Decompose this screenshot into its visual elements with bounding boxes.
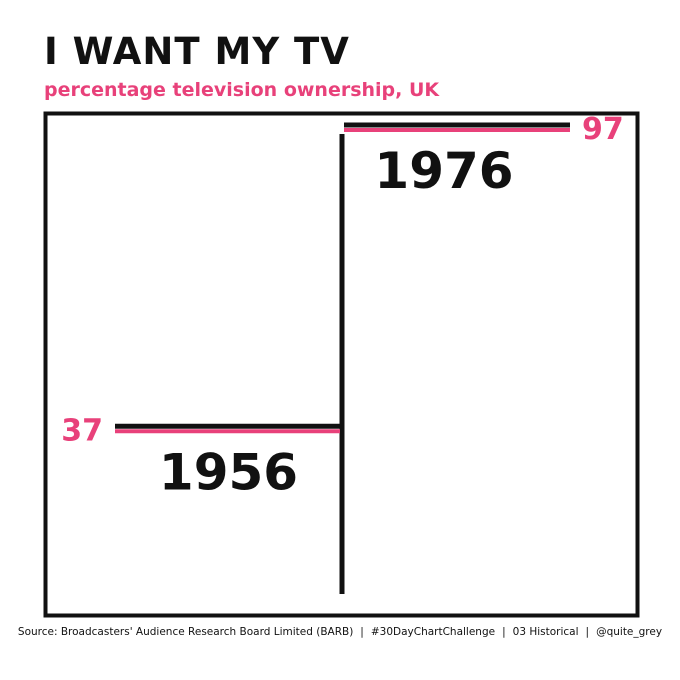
footer: Source: Broadcasters' Audience Research … xyxy=(0,626,680,638)
footer-separator: | xyxy=(360,626,364,638)
footer-separator: | xyxy=(502,626,506,638)
step-chart: 37 1956 97 1976 xyxy=(43,111,640,618)
footer-separator: | xyxy=(585,626,590,638)
year-label-1956: 1956 xyxy=(159,443,298,501)
value-label-1956: 37 xyxy=(61,413,103,448)
footer-prompt: 03 Historical xyxy=(512,626,579,638)
year-label-1976: 1976 xyxy=(374,142,513,200)
value-label-1976: 97 xyxy=(582,112,624,147)
footer-source: Source: Broadcasters' Audience Research … xyxy=(17,626,354,638)
footer-tag: #30DayChartChallenge xyxy=(370,626,496,638)
footer-handle: @quite_grey xyxy=(596,626,663,638)
